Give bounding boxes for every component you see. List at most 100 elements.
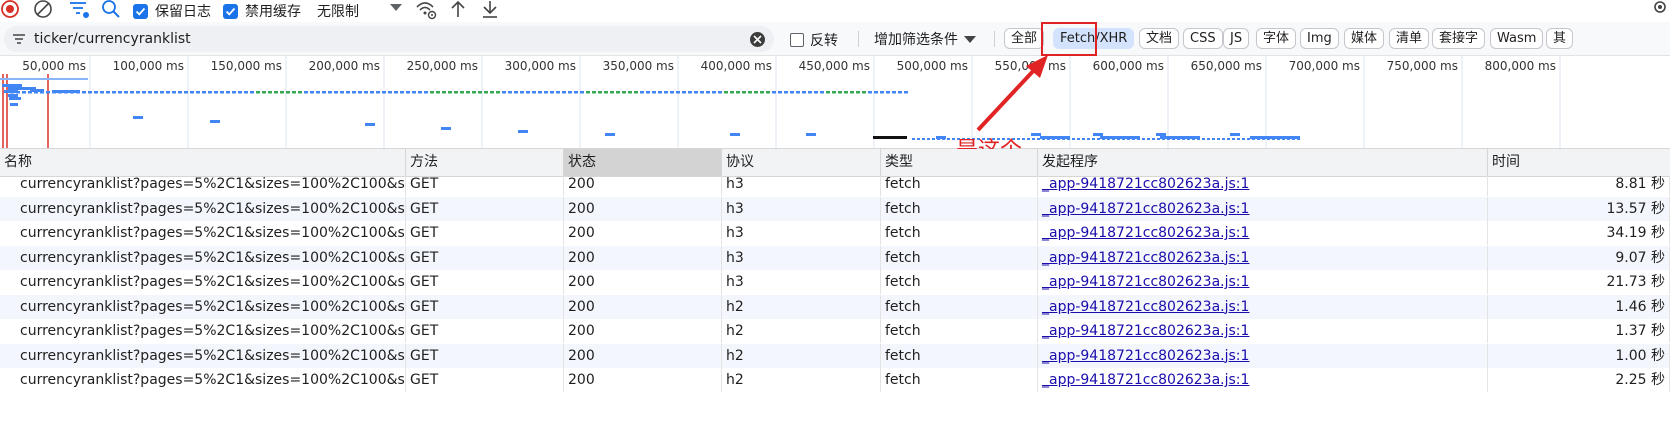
table-row[interactable]: currencyranklist?pages=5%2C1&sizes=100%2… — [0, 196, 1670, 221]
type-filter-font[interactable]: 字体 — [1256, 28, 1297, 49]
timeline-svg: 50,000 ms 100,000 ms 150,000 ms 200,000 ms 2… — [0, 56, 1561, 148]
timeline-bar — [868, 91, 872, 94]
upload-icon[interactable] — [449, 0, 467, 22]
type-filter-all[interactable]: 全部 — [1004, 28, 1045, 49]
type-filter-css[interactable]: CSS — [1183, 28, 1223, 49]
timeline-bar — [166, 91, 170, 94]
type-filter-manifest[interactable]: 清单 — [1389, 28, 1430, 49]
settings-icon[interactable] — [1652, 0, 1668, 22]
type-filter-wasm[interactable]: Wasm — [1490, 28, 1544, 49]
timeline-bar — [670, 91, 674, 94]
type-filter-socket[interactable]: 套接字 — [1432, 28, 1486, 49]
table-row[interactable]: currencyranklist?pages=5%2C1&sizes=100%2… — [0, 221, 1670, 245]
timeline-bar — [478, 91, 482, 94]
timeline-bar — [826, 91, 830, 94]
timeline-tick-label: 600,000 ms — [1093, 59, 1164, 73]
more-filters-dropdown[interactable]: 增加筛选条件 — [874, 29, 976, 49]
timeline-bar — [124, 91, 128, 94]
initiator-link[interactable]: _app-9418721cc802623a.js:1 — [1042, 274, 1249, 290]
initiator-link[interactable]: _app-9418721cc802623a.js:1 — [1042, 176, 1249, 192]
column-header-initiator[interactable]: 发起程序 — [1038, 149, 1488, 176]
filter-toggle-icon[interactable] — [68, 0, 90, 22]
timeline-bar — [1072, 138, 1075, 140]
cell-name: currencyranklist?pages=5%2C1&sizes=100%2… — [0, 294, 406, 319]
type-filter-js[interactable]: JS — [1223, 28, 1250, 49]
initiator-link[interactable]: _app-9418721cc802623a.js:1 — [1042, 348, 1249, 364]
timeline-bar — [280, 91, 284, 94]
initiator-link[interactable]: _app-9418721cc802623a.js:1 — [1042, 225, 1249, 241]
checkbox-box — [790, 33, 804, 47]
timeline-bar — [244, 91, 248, 94]
timeline-bar — [1100, 136, 1140, 139]
timeline-bar — [1242, 138, 1245, 140]
timeline-bar — [628, 91, 632, 94]
timeline-tick-label: 150,000 ms — [211, 59, 282, 73]
filter-input[interactable] — [34, 26, 734, 52]
timeline-tick-label: 300,000 ms — [505, 59, 576, 73]
table-row[interactable]: currencyranklist?pages=5%2C1&sizes=100%2… — [0, 343, 1670, 368]
timeline-bar — [136, 91, 140, 94]
timeline-tick-label: 650,000 ms — [1191, 59, 1262, 73]
table-row[interactable]: currencyranklist?pages=5%2C1&sizes=100%2… — [0, 270, 1670, 294]
timeline-bar — [814, 91, 818, 94]
disable-cache-checkbox[interactable] — [223, 0, 238, 22]
timeline-bar — [802, 91, 806, 94]
initiator-link[interactable]: _app-9418721cc802623a.js:1 — [1042, 299, 1249, 315]
timeline-bar — [418, 91, 422, 94]
cell-type: fetch — [881, 294, 1038, 319]
timeline-bar — [550, 91, 554, 94]
cell-time: 1.37 秒 — [1488, 319, 1670, 343]
timeline-bar — [874, 91, 878, 94]
column-header-method[interactable]: 方法 — [406, 149, 564, 176]
column-header-type[interactable]: 类型 — [881, 149, 1038, 176]
cell-status: 200 — [564, 343, 722, 368]
timeline-bar — [712, 91, 716, 94]
clear-icon[interactable] — [32, 0, 54, 22]
timeline-bar — [160, 91, 164, 94]
divider — [994, 31, 995, 47]
column-header-time[interactable]: 时间 — [1488, 149, 1670, 176]
cell-time: 1.46 秒 — [1488, 294, 1670, 319]
initiator-link[interactable]: _app-9418721cc802623a.js:1 — [1042, 250, 1249, 266]
cell-status: 200 — [564, 294, 722, 319]
table-row[interactable]: currencyranklist?pages=5%2C1&sizes=100%2… — [0, 368, 1670, 392]
column-header-status[interactable]: 状态 — [564, 149, 722, 176]
throttle-select[interactable]: 无限制 — [317, 0, 359, 22]
filter-icon — [12, 32, 26, 50]
initiator-link[interactable]: _app-9418721cc802623a.js:1 — [1042, 201, 1249, 217]
initiator-link[interactable]: _app-9418721cc802623a.js:1 — [1042, 372, 1249, 388]
preserve-log-checkbox[interactable] — [133, 0, 148, 22]
table-row[interactable]: currencyranklist?pages=5%2C1&sizes=100%2… — [0, 294, 1670, 319]
table-row[interactable]: currencyranklist?pages=5%2C1&sizes=100%2… — [0, 176, 1670, 196]
invert-checkbox[interactable]: 反转 — [790, 30, 838, 50]
type-filter-doc[interactable]: 文档 — [1139, 28, 1180, 49]
timeline-overview[interactable]: 50,000 ms 100,000 ms 150,000 ms 200,000 ms 2… — [0, 56, 1670, 149]
wifi-settings-icon[interactable] — [414, 0, 438, 22]
timeline-bar — [178, 91, 182, 94]
timeline-bar — [490, 91, 494, 94]
table-row[interactable]: currencyranklist?pages=5%2C1&sizes=100%2… — [0, 319, 1670, 343]
table-row[interactable]: currencyranklist?pages=5%2C1&sizes=100%2… — [0, 245, 1670, 270]
cell-initiator: _app-9418721cc802623a.js:1 — [1038, 221, 1488, 245]
search-icon[interactable] — [100, 0, 122, 22]
table-header: 名称 方法 状态 协议 类型 发起程序 时间 — [0, 149, 1670, 177]
record-stop-icon[interactable] — [0, 0, 20, 22]
timeline-bar — [382, 91, 386, 94]
timeline-bar — [442, 91, 446, 94]
initiator-link[interactable]: _app-9418721cc802623a.js:1 — [1042, 323, 1249, 339]
dropdown-arrow-icon[interactable] — [389, 0, 403, 22]
column-header-protocol[interactable]: 协议 — [722, 149, 881, 176]
column-header-name[interactable]: 名称 — [0, 149, 406, 176]
type-filter-img[interactable]: Img — [1300, 28, 1339, 49]
timeline-bar — [40, 91, 44, 94]
cell-protocol: h2 — [722, 294, 881, 319]
type-filter-media[interactable]: 媒体 — [1344, 28, 1385, 49]
timeline-bar — [604, 91, 608, 94]
timeline-bar — [640, 91, 644, 94]
type-filter-fetch-xhr[interactable]: Fetch/XHR — [1053, 28, 1135, 49]
download-icon[interactable] — [481, 0, 499, 22]
type-filter-other[interactable]: 其 — [1546, 28, 1574, 49]
timeline-bar — [730, 133, 740, 136]
clear-filter-icon[interactable] — [750, 32, 765, 47]
timeline-bar — [1237, 138, 1240, 140]
